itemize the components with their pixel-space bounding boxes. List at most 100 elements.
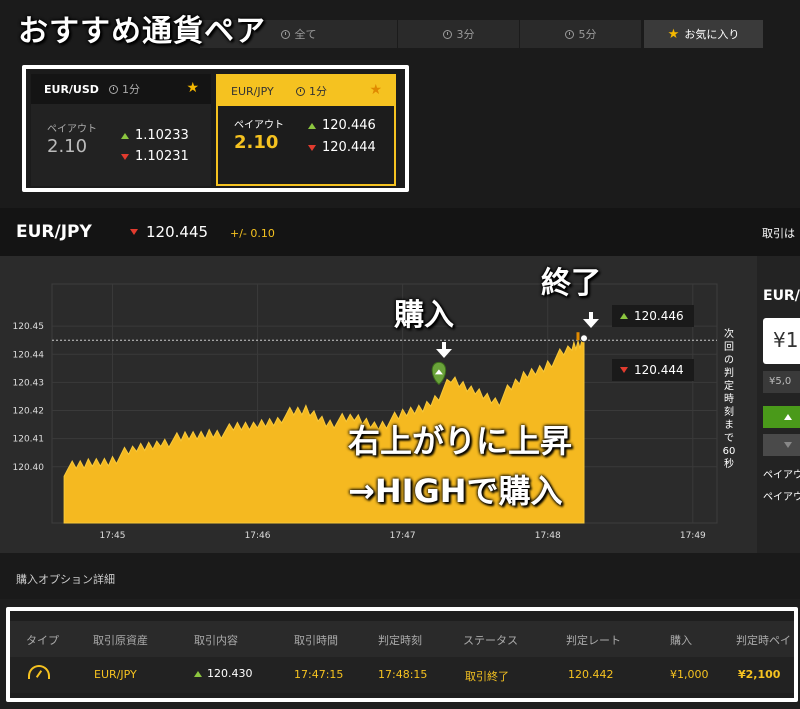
low-tag-value: 120.444 — [634, 363, 684, 377]
buy-annotation: 購入 — [394, 298, 454, 333]
overlay-title: おすすめ通貨ペア — [18, 14, 266, 49]
col-status: ステータス — [463, 634, 518, 647]
row-judge-time: 17:48:15 — [378, 668, 428, 681]
trade-panel: EUR/ ¥1 ¥5,0 ペイアウ ペイアウ — [757, 256, 800, 553]
high-annotation: →HIGHで購入 — [348, 472, 563, 510]
asset-change: +/- 0.10 — [230, 227, 275, 240]
high-rate: 120.446 — [308, 118, 376, 133]
x-axis-ticks: 17:45 17:46 17:47 17:48 17:49 — [99, 531, 706, 541]
amount-input[interactable]: ¥1 — [763, 318, 800, 364]
pair-symbol: EUR/JPY — [231, 84, 274, 98]
x-tick-label: 17:48 — [535, 531, 561, 541]
payout-label: ペイアウト — [234, 120, 284, 131]
favorite-star-icon[interactable]: ★ — [369, 82, 382, 98]
buy-marker — [431, 361, 447, 386]
col-judge-rate: 判定レート — [566, 634, 621, 647]
up-arrow-icon — [784, 414, 792, 420]
row-judge-rate: 120.442 — [568, 668, 614, 681]
favorite-star-icon[interactable]: ★ — [186, 80, 199, 96]
table-header: タイプ 取引原資産 取引内容 取引時間 判定時刻 ステータス 判定レート 購入 … — [10, 621, 794, 657]
up-arrow-icon — [194, 670, 202, 677]
high-rate: 1.10233 — [121, 128, 189, 143]
buy-arrow-icon — [436, 349, 452, 358]
row-trade-time: 17:47:15 — [294, 668, 344, 681]
asset-rate-value: 120.445 — [146, 223, 209, 241]
low-rate: 120.444 — [308, 140, 376, 155]
details-header: 購入オプション詳細 — [0, 553, 800, 599]
low-rate-value: 1.10231 — [135, 149, 189, 164]
low-rate: 1.10231 — [121, 149, 189, 164]
end-annotation: 終了 — [541, 266, 601, 301]
payout-value: 2.10 — [47, 136, 88, 157]
high-button[interactable] — [763, 406, 800, 428]
tab-favorites[interactable]: ★ お気に入り — [644, 20, 764, 48]
countdown-text: 次回の判定時刻まで60秒 — [722, 329, 736, 470]
card-header: EUR/USD 1分 ★ — [31, 74, 211, 104]
col-payout: 判定時ペイ — [736, 634, 791, 647]
y-tick-label: 120.43 — [13, 378, 45, 388]
x-tick-label: 17:47 — [390, 531, 416, 541]
timeframe-label: 1分 — [122, 83, 140, 96]
asset-header: EUR/JPY 120.445 +/- 0.10 取引は — [0, 208, 800, 256]
down-arrow-icon — [784, 442, 792, 448]
tab-label: 全て — [294, 28, 317, 41]
tab-5min[interactable]: 5分 — [520, 20, 642, 48]
up-arrow-icon — [121, 132, 129, 139]
high-rate-tag: 120.446 — [612, 305, 694, 327]
asset-rate: 120.445 — [130, 223, 208, 241]
clock-icon — [564, 29, 574, 39]
col-purchase: 購入 — [670, 634, 692, 647]
y-axis-ticks: 120.40 120.41 120.42 120.43 120.44 120.45 — [13, 322, 45, 473]
y-tick-label: 120.45 — [13, 322, 45, 332]
col-judge-time: 判定時刻 — [378, 634, 422, 647]
gauge-icon — [28, 665, 50, 679]
payout-value: 2.10 — [234, 132, 279, 153]
row-status: 取引終了 — [465, 670, 509, 683]
x-tick-label: 17:45 — [99, 531, 125, 541]
down-arrow-icon — [130, 229, 138, 235]
trade-panel-title: EUR/ — [763, 288, 800, 304]
clock-icon — [280, 29, 290, 39]
tab-label: 3分 — [456, 28, 475, 41]
row-content: 120.430 — [194, 667, 253, 680]
pair-timeframe: 1分 — [296, 83, 327, 99]
details-title: 購入オプション詳細 — [16, 573, 115, 586]
end-arrow-icon — [583, 319, 599, 328]
high-tag-value: 120.446 — [634, 309, 684, 323]
low-rate-value: 120.444 — [322, 140, 376, 155]
pair-symbol: EUR/USD — [44, 82, 99, 96]
col-asset: 取引原資産 — [93, 634, 148, 647]
high-rate-value: 1.10233 — [135, 128, 189, 143]
payout-label-low: ペイアウ — [763, 492, 800, 503]
tab-label: 5分 — [578, 28, 597, 41]
pair-card-eurjpy[interactable]: EUR/JPY 1分 ★ ペイアウト 2.10 120.446 120.444 — [216, 74, 396, 186]
y-tick-label: 120.41 — [13, 435, 45, 445]
down-arrow-icon — [620, 367, 628, 373]
pair-card-eurusd[interactable]: EUR/USD 1分 ★ ペイアウト 2.10 1.10233 1.10231 — [31, 74, 211, 186]
tab-label: お気に入り — [684, 28, 740, 41]
y-tick-label: 120.44 — [13, 350, 45, 360]
col-content: 取引内容 — [194, 634, 238, 647]
table-row[interactable]: EUR/JPY 120.430 17:47:15 17:48:15 取引終了 1… — [10, 657, 794, 693]
pair-timeframe: 1分 — [109, 81, 140, 97]
asset-name: EUR/JPY — [16, 222, 92, 242]
y-tick-label: 120.42 — [13, 407, 45, 417]
card-header: EUR/JPY 1分 ★ — [218, 76, 394, 106]
end-marker — [580, 334, 588, 343]
high-rate-value: 120.446 — [322, 118, 376, 133]
low-button[interactable] — [763, 434, 800, 456]
row-content-value: 120.430 — [207, 667, 253, 680]
clock-icon — [109, 84, 118, 94]
tab-3min[interactable]: 3分 — [398, 20, 520, 48]
star-icon: ★ — [667, 26, 680, 42]
col-trade-time: 取引時間 — [294, 634, 338, 647]
col-type: タイプ — [26, 634, 59, 647]
y-tick-label: 120.40 — [13, 463, 45, 473]
details-table-frame: タイプ 取引原資産 取引内容 取引時間 判定時刻 ステータス 判定レート 購入 … — [6, 607, 798, 702]
down-arrow-icon — [308, 144, 316, 151]
highlight-frame: EUR/USD 1分 ★ ペイアウト 2.10 1.10233 1.10231 … — [22, 65, 409, 192]
x-tick-label: 17:49 — [680, 531, 706, 541]
x-tick-label: 17:46 — [245, 531, 271, 541]
row-asset: EUR/JPY — [94, 668, 137, 681]
amount-preset-button[interactable]: ¥5,0 — [763, 371, 800, 393]
